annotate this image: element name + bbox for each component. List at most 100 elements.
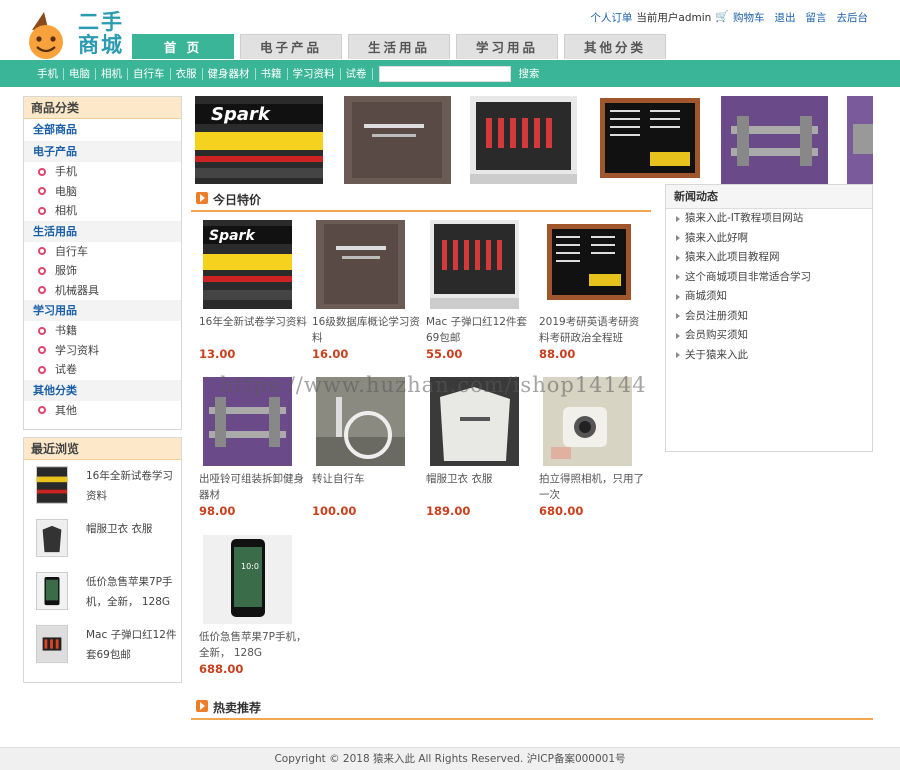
category-group-other[interactable]: 其他分类	[24, 379, 181, 401]
product-price: 189.00	[426, 504, 471, 518]
category-all[interactable]: 全部商品	[24, 119, 181, 141]
product-price: 55.00	[426, 347, 463, 361]
recent-title: 最近浏览	[24, 438, 181, 460]
category-group-daily[interactable]: 生活用品	[24, 220, 181, 242]
arrow-right-icon	[676, 215, 680, 222]
product-card[interactable]: 转让自行车 100.00	[312, 377, 420, 518]
product-card[interactable]: 16级数据库概论学习资料 16.00	[312, 220, 420, 361]
subnav-bicycle[interactable]: 自行车	[128, 67, 171, 80]
news-item[interactable]: 猿来入此项目教程网	[666, 248, 872, 268]
recent-item[interactable]: 帽服卫衣 衣服	[24, 513, 181, 566]
cart-link[interactable]: 购物车	[733, 10, 765, 25]
logout-link[interactable]: 退出	[775, 10, 796, 25]
subnav-clothes[interactable]: 衣服	[171, 67, 203, 80]
bullet-icon	[38, 406, 46, 415]
main-tabs: 首 页 电子产品 生活用品 学习用品 其他分类	[132, 34, 666, 59]
category-item[interactable]: 其他	[24, 401, 181, 421]
product-price: 688.00	[199, 662, 244, 676]
product-card[interactable]: Spark 16年全新试卷学习资料 13.00	[199, 220, 307, 361]
tab-study-goods[interactable]: 学习用品	[456, 34, 558, 59]
message-link[interactable]: 留言	[806, 10, 827, 25]
logo-text: 二手 商城	[78, 9, 124, 57]
carousel-image-partial	[847, 96, 873, 184]
category-item[interactable]: 机械器具	[24, 281, 181, 301]
news-item[interactable]: 会员注册须知	[666, 307, 872, 327]
tab-electronics[interactable]: 电子产品	[240, 34, 342, 59]
subnav-computer[interactable]: 电脑	[64, 67, 96, 80]
bullet-icon	[38, 365, 46, 374]
carousel-image-database-book	[344, 96, 451, 184]
orders-link[interactable]: 个人订单	[590, 10, 632, 25]
category-item[interactable]: 手机	[24, 162, 181, 182]
subnav-phone[interactable]: 手机	[32, 67, 64, 80]
category-item[interactable]: 书籍	[24, 321, 181, 341]
search-input[interactable]	[378, 65, 511, 82]
special-title: 今日特价	[213, 193, 262, 207]
category-item[interactable]: 试卷	[24, 360, 181, 380]
category-group-study[interactable]: 学习用品	[24, 300, 181, 321]
category-item[interactable]: 自行车	[24, 242, 181, 262]
cart-icon[interactable]: 🛒	[715, 10, 729, 25]
recent-item[interactable]: 低价急售苹果7P手机，全新， 128G	[24, 566, 181, 619]
tab-daily-goods[interactable]: 生活用品	[348, 34, 450, 59]
tab-other[interactable]: 其他分类	[564, 34, 666, 59]
carousel-image-dumbbell	[721, 96, 828, 184]
product-image-iphone: 10:0	[203, 535, 292, 624]
arrow-right-icon	[676, 313, 680, 320]
watermark-text: https://www.huzhan.com/ishop14144	[220, 373, 647, 397]
product-image-lipstick	[430, 220, 519, 309]
carousel-image-exam-book: Spark	[191, 96, 327, 184]
news-item[interactable]: 这个商城项目非常适合学习	[666, 268, 872, 288]
carousel-image-lipstick	[470, 96, 577, 184]
subnav-study-material[interactable]: 学习资料	[288, 67, 341, 80]
product-name: 2019考研英语考研资料考研政治全程班	[539, 316, 640, 344]
product-card[interactable]: 帽服卫衣 衣服 189.00	[426, 377, 534, 518]
product-name: 16级数据库概论学习资料	[312, 316, 420, 344]
news-item[interactable]: 关于猿来入此	[666, 346, 872, 366]
subnav-camera[interactable]: 相机	[96, 67, 128, 80]
recent-item[interactable]: 16年全新试卷学习资料	[24, 460, 181, 513]
tab-home[interactable]: 首 页	[132, 34, 234, 59]
product-image-exam-board	[543, 220, 632, 309]
hot-section-header: 热卖推荐	[191, 694, 873, 720]
site-logo[interactable]: 二手 商城	[22, 6, 132, 60]
arrow-right-icon	[676, 332, 680, 339]
banner-carousel[interactable]: Spark	[191, 96, 873, 184]
news-item[interactable]: 会员购买须知	[666, 326, 872, 346]
category-item[interactable]: 服饰	[24, 261, 181, 281]
product-card[interactable]: 10:0 低价急售苹果7P手机，全新， 128G 688.00	[199, 535, 307, 676]
product-image-exam-book: Spark	[203, 220, 292, 309]
recent-item[interactable]: Mac 子弹口红12件套69包邮	[24, 619, 181, 672]
category-item[interactable]: 相机	[24, 201, 181, 221]
subnav-books[interactable]: 书籍	[256, 67, 288, 80]
product-price: 88.00	[539, 347, 576, 361]
subnav-exam-papers[interactable]: 试卷	[341, 67, 373, 80]
arrow-right-icon	[676, 352, 680, 359]
category-item[interactable]: 电脑	[24, 182, 181, 202]
product-name: 帽服卫衣 衣服	[426, 473, 493, 485]
svg-text:10:0: 10:0	[241, 562, 259, 571]
product-price: 98.00	[199, 504, 236, 518]
news-title: 新闻动态	[666, 185, 872, 209]
product-card[interactable]: 2019考研英语考研资料考研政治全程班 88.00	[539, 220, 647, 361]
product-card[interactable]: Mac 子弹口红12件套69包邮 55.00	[426, 220, 534, 361]
product-card[interactable]: 拍立得照相机，只用了一次 680.00	[539, 377, 647, 518]
news-item[interactable]: 猿来入此好啊	[666, 229, 872, 249]
category-group-electronics[interactable]: 电子产品	[24, 141, 181, 162]
product-name: 出哑铃可组装拆卸健身器材	[199, 473, 304, 501]
category-item[interactable]: 学习资料	[24, 341, 181, 361]
search-button[interactable]: 搜索	[519, 66, 540, 81]
lipstick-thumbnail	[36, 625, 68, 663]
news-item[interactable]: 商城须知	[666, 287, 872, 307]
news-item[interactable]: 猿来入此-IT教程项目网站	[666, 209, 872, 229]
hot-title: 热卖推荐	[213, 701, 262, 715]
bullet-icon	[38, 247, 46, 256]
product-price: 16.00	[312, 347, 349, 361]
product-image-database-book	[316, 220, 405, 309]
bullet-icon	[38, 346, 46, 355]
arrow-right-icon	[676, 274, 680, 281]
product-name: 拍立得照相机，只用了一次	[539, 473, 644, 501]
product-card[interactable]: 出哑铃可组装拆卸健身器材 98.00	[199, 377, 307, 518]
admin-link[interactable]: 去后台	[837, 10, 869, 25]
subnav-fitness[interactable]: 健身器材	[203, 67, 256, 80]
